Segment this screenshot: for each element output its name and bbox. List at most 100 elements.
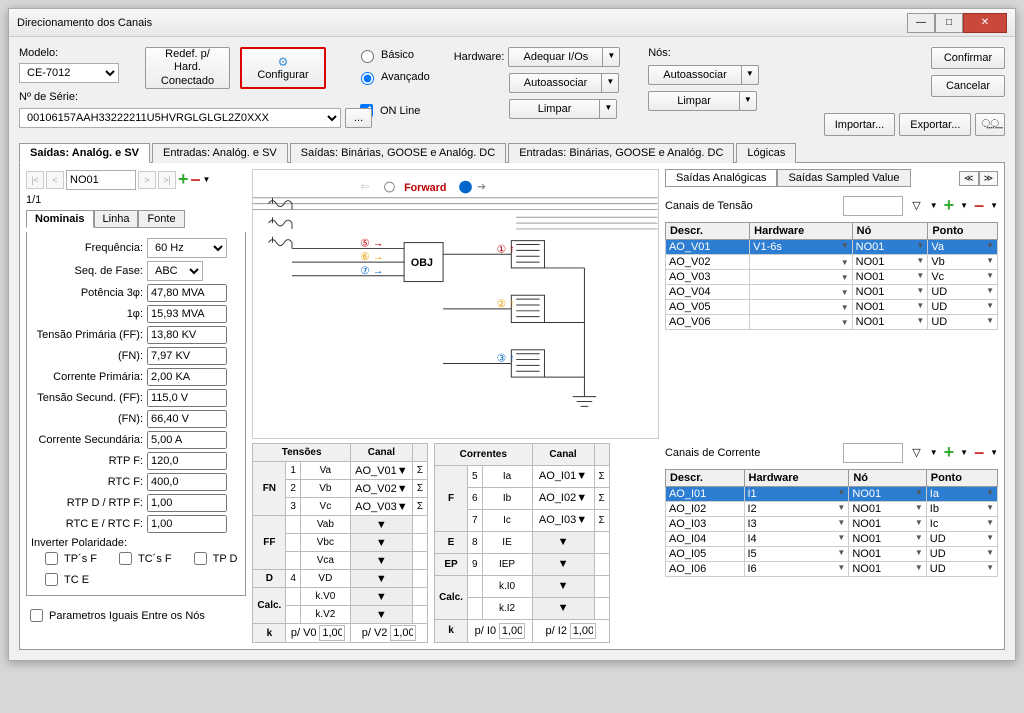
hard-icon: ⚙ xyxy=(278,55,289,69)
table-row[interactable]: AO_I05I5▼NO01▼UD▼ xyxy=(665,547,997,562)
rtpf-input[interactable] xyxy=(147,452,227,470)
pv0-input[interactable] xyxy=(319,625,345,641)
tab-logicas[interactable]: Lógicas xyxy=(736,143,796,163)
confirmar-button[interactable]: Confirmar xyxy=(931,47,1005,69)
tensao-table[interactable]: Descr.HardwareNóPonto AO_V01V1-6s▼NO01▼V… xyxy=(665,222,998,330)
exportar-button[interactable]: Exportar... xyxy=(899,113,971,136)
node-count: 1/1 xyxy=(26,194,246,206)
nav-prev[interactable]: < xyxy=(46,171,64,189)
serial-label: Nº de Série: xyxy=(19,91,135,103)
tpd-check[interactable]: TP D xyxy=(190,549,238,568)
svg-text:⑦ →: ⑦ → xyxy=(361,265,384,277)
table-row[interactable]: AO_V04▼NO01▼UD▼ xyxy=(665,285,997,300)
tcsf-check[interactable]: TC´s F xyxy=(115,549,172,568)
adequar-button[interactable]: Adequar I/Os▼ xyxy=(508,47,620,67)
nav-first[interactable]: |< xyxy=(26,171,44,189)
close-button[interactable]: ✕ xyxy=(963,13,1007,33)
pot1-input[interactable] xyxy=(147,305,227,323)
dropdown-icon[interactable]: ▼ xyxy=(203,175,211,184)
minimize-button[interactable]: — xyxy=(907,13,935,33)
window-buttons: — □ ✕ xyxy=(907,13,1007,33)
serial-select[interactable]: 00106157AAH33222211U5HVRGLGLGL2Z0XXX xyxy=(19,108,341,128)
autoassociar-nos-button[interactable]: Autoassociar▼ xyxy=(648,65,759,85)
limpar-nos-button[interactable]: Limpar▼ xyxy=(648,91,759,111)
corrp-input[interactable] xyxy=(147,368,227,386)
autoassociar-hw-button[interactable]: Autoassociar▼ xyxy=(509,73,621,93)
freq-label: Frequência: xyxy=(31,242,143,254)
add-node-icon[interactable]: + xyxy=(178,169,189,190)
subtab-nominais[interactable]: Nominais xyxy=(26,210,94,228)
corrente-filter-input[interactable] xyxy=(843,443,903,463)
rtab-analogicas[interactable]: Saídas Analógicas xyxy=(665,169,778,187)
subtab-fonte[interactable]: Fonte xyxy=(138,210,184,228)
corrente-table[interactable]: Descr.HardwareNóPonto AO_I01I1▼NO01▼Ia▼A… xyxy=(665,469,998,577)
tsfn-input[interactable] xyxy=(147,410,227,428)
table-row[interactable]: AO_V05▼NO01▼UD▼ xyxy=(665,300,997,315)
pi2-input[interactable] xyxy=(570,623,596,639)
forward-arrow-icon: ➔ xyxy=(478,181,487,193)
table-row[interactable]: AO_V02▼NO01▼Vb▼ xyxy=(665,255,997,270)
tpfn-input[interactable] xyxy=(147,347,227,365)
rtcf-input[interactable] xyxy=(147,473,227,491)
table-row[interactable]: AO_V03▼NO01▼Vc▼ xyxy=(665,270,997,285)
pv2-input[interactable] xyxy=(390,625,416,641)
importar-button[interactable]: Importar... xyxy=(824,113,896,136)
table-row[interactable]: AO_I01I1▼NO01▼Ia▼ xyxy=(665,487,997,502)
tpff-input[interactable] xyxy=(147,326,227,344)
rtce-input[interactable] xyxy=(147,515,227,533)
rtpd-input[interactable] xyxy=(147,494,227,512)
tsff-input[interactable] xyxy=(147,389,227,407)
rtab-sampled[interactable]: Saídas Sampled Value xyxy=(777,169,910,187)
limpar-hw-button[interactable]: Limpar▼ xyxy=(509,99,621,119)
filter-corrente-icon[interactable]: ▽ xyxy=(909,446,923,459)
remove-node-icon[interactable]: – xyxy=(191,169,201,190)
model-select[interactable]: CE-7012 xyxy=(19,63,119,83)
tensao-filter-input[interactable] xyxy=(843,196,903,216)
pot3-label: Potência 3φ: xyxy=(31,287,143,299)
configurar-button[interactable]: ⚙ Configurar xyxy=(240,47,326,89)
table-row[interactable]: AO_I04I4▼NO01▼UD▼ xyxy=(665,532,997,547)
cancelar-button[interactable]: Cancelar xyxy=(931,75,1005,97)
tab-saidas-binarias[interactable]: Saídas: Binárias, GOOSE e Analóg. DC xyxy=(290,143,506,163)
scroll-left-button[interactable]: ≪ xyxy=(959,171,978,186)
inverter-label: Inverter Polaridade: xyxy=(31,537,241,549)
tab-saidas-analog-sv[interactable]: Saídas: Analóg. e SV xyxy=(19,143,150,163)
table-row[interactable]: AO_I03I3▼NO01▼Ic▼ xyxy=(665,517,997,532)
remove-corrente-icon[interactable]: – xyxy=(974,442,984,463)
tab-entradas-analog-sv[interactable]: Entradas: Analóg. e SV xyxy=(152,143,288,163)
nav-next[interactable]: > xyxy=(138,171,156,189)
tce-check[interactable]: TC E xyxy=(41,570,89,589)
svg-text:⑥ →: ⑥ → xyxy=(361,251,384,263)
nav-last[interactable]: >| xyxy=(158,171,176,189)
table-row[interactable]: AO_I06I6▼NO01▼UD▼ xyxy=(665,562,997,577)
table-row[interactable]: AO_V06▼NO01▼UD▼ xyxy=(665,315,997,330)
remove-tensao-icon[interactable]: – xyxy=(974,195,984,216)
corrs-input[interactable] xyxy=(147,431,227,449)
table-row[interactable]: AO_I02I2▼NO01▼Ib▼ xyxy=(665,502,997,517)
subtab-linha[interactable]: Linha xyxy=(94,210,139,228)
serial-more-button[interactable]: ... xyxy=(345,108,372,128)
scroll-right-button[interactable]: ≫ xyxy=(979,171,998,186)
collapse-button[interactable]: ⵿⵿ xyxy=(975,113,1005,136)
back-arrow-icon: ⇦ xyxy=(361,181,370,193)
filter-icon[interactable]: ▽ xyxy=(909,199,923,212)
add-corrente-icon[interactable]: + xyxy=(944,442,955,463)
diagram: ⇦ Forward ➔ xyxy=(252,169,659,439)
table-row[interactable]: AO_V01V1-6s▼NO01▼Va▼ xyxy=(665,240,997,255)
seq-select[interactable]: ABC xyxy=(147,261,203,281)
param-iguais-check[interactable]: Parametros Iguais Entre os Nós xyxy=(26,606,246,625)
node-input[interactable] xyxy=(66,170,136,190)
basico-radio[interactable]: Básico xyxy=(356,47,430,63)
left-panel: |< < > >| + – ▼ 1/1 Nominais Linha Fonte… xyxy=(26,169,246,643)
tab-entradas-binarias[interactable]: Entradas: Binárias, GOOSE e Analóg. DC xyxy=(508,143,734,163)
freq-select[interactable]: 60 Hz xyxy=(147,238,227,258)
svg-text:OBJ: OBJ xyxy=(411,257,433,269)
add-tensao-icon[interactable]: + xyxy=(944,195,955,216)
redef-button[interactable]: Redef. p/ Hard. Conectado xyxy=(145,47,230,89)
pi0-input[interactable] xyxy=(499,623,525,639)
tpsf-check[interactable]: TP´s F xyxy=(41,549,97,568)
avancado-radio[interactable]: Avançado xyxy=(356,69,430,85)
pot3-input[interactable] xyxy=(147,284,227,302)
maximize-button[interactable]: □ xyxy=(935,13,963,33)
corrs-label: Corrente Secundária: xyxy=(31,434,143,446)
